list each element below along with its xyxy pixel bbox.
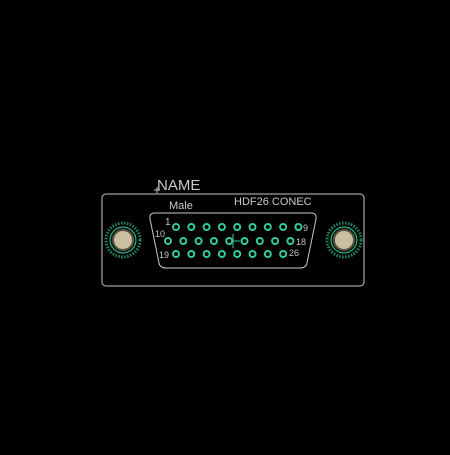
pad-18-drill — [288, 239, 293, 243]
pin-label-18: 18 — [296, 237, 306, 247]
pin-label-10: 10 — [155, 229, 165, 239]
pad-1-drill — [174, 225, 178, 229]
mount-hole-right-drill — [333, 229, 355, 251]
pad-9-drill — [296, 225, 301, 229]
pad-17-drill — [273, 239, 278, 243]
pin-label-9: 9 — [303, 223, 308, 233]
pin-label-19: 19 — [159, 250, 169, 260]
pad-8-drill — [281, 225, 286, 229]
mount-hole-left-drill — [112, 229, 134, 251]
pad-6-drill — [250, 225, 255, 229]
connector-footprint: NAME Male HDF26 CONEC 1 9 10 18 19 26 — [101, 177, 365, 287]
pad-24-drill — [250, 252, 255, 256]
pad-4-drill — [219, 225, 224, 229]
pad-14-drill — [227, 239, 232, 243]
pad-21-drill — [204, 252, 209, 256]
pad-5-drill — [235, 225, 240, 229]
pad-26-drill — [281, 252, 286, 256]
pad-19-drill — [174, 252, 178, 256]
pad-23-drill — [235, 252, 240, 256]
pad-10-drill — [166, 239, 170, 243]
pad-20-drill — [189, 252, 194, 256]
pin-label-1: 1 — [165, 217, 171, 228]
pad-16-drill — [257, 239, 262, 243]
pin-label-26: 26 — [289, 248, 299, 258]
pad-2-drill — [189, 225, 194, 229]
pad-13-drill — [211, 239, 216, 243]
name-label: NAME — [157, 177, 200, 194]
pad-25-drill — [265, 252, 270, 256]
pad-3-drill — [204, 225, 209, 229]
pad-7-drill — [265, 225, 270, 229]
pcb-viewport: NAME Male HDF26 CONEC 1 9 10 18 19 26 — [0, 0, 450, 450]
pad-15-drill — [242, 239, 247, 243]
pad-12-drill — [196, 239, 201, 243]
pad-22-drill — [219, 252, 224, 256]
part-label: HDF26 CONEC — [234, 196, 312, 208]
gender-label: Male — [169, 200, 193, 212]
pad-11-drill — [181, 239, 186, 243]
